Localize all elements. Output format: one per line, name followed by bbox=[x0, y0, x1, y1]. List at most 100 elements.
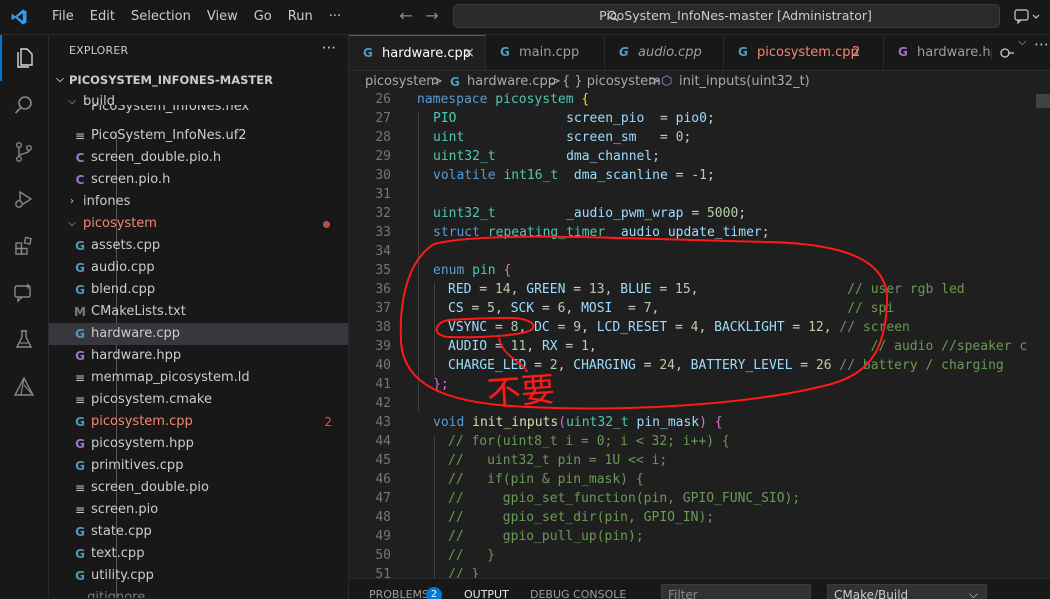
line-number: 38 bbox=[375, 320, 391, 335]
code-line: // gpio_pull_up(pin); bbox=[448, 529, 644, 544]
indent-guide bbox=[418, 111, 419, 411]
search-icon[interactable] bbox=[0, 82, 48, 128]
extensions-icon[interactable] bbox=[0, 223, 48, 269]
line-number: 29 bbox=[375, 149, 391, 164]
tab-problems[interactable]: PROBLEMS bbox=[369, 588, 429, 599]
tree-file-hex[interactable]: PicoSystem_InfoNes.hex bbox=[49, 105, 348, 121]
tree-file-blend-cpp[interactable]: G blend.cpp bbox=[49, 279, 348, 301]
menu-run[interactable]: Run bbox=[280, 0, 321, 34]
tab-main-cpp[interactable]: G main.cpp bbox=[486, 35, 605, 70]
tree-file-screen-pio-h[interactable]: C screen.pio.h bbox=[49, 169, 348, 191]
breadcrumb-function[interactable]: init_inputs(uint32_t) bbox=[679, 71, 810, 93]
tree-file-audio-cpp[interactable]: G audio.cpp bbox=[49, 257, 348, 279]
chat-dropdown-icon[interactable] bbox=[1012, 7, 1044, 27]
tree-file-primitives-cpp[interactable]: G primitives.cpp bbox=[49, 455, 348, 477]
line-number: 39 bbox=[375, 339, 391, 354]
cpp-file-icon: G bbox=[619, 45, 629, 59]
tree-file-text-cpp[interactable]: G text.cpp bbox=[49, 543, 348, 565]
open-changes-icon[interactable] bbox=[998, 44, 1016, 62]
code-line: struct repeating_timer _audio_update_tim… bbox=[433, 225, 770, 240]
run-debug-icon[interactable] bbox=[0, 176, 48, 222]
code-line: }; bbox=[433, 377, 449, 392]
line-number: 40 bbox=[375, 358, 391, 373]
scrollbar-thumb[interactable] bbox=[1036, 94, 1050, 108]
cpp-file-icon: G bbox=[738, 45, 748, 59]
menu-edit[interactable]: Edit bbox=[82, 0, 123, 34]
tree-folder-picosystem[interactable]: ⌵ picosystem bbox=[49, 213, 348, 235]
tree-file-utility-cpp[interactable]: G utility.cpp bbox=[49, 565, 348, 587]
forward-arrow-icon[interactable]: → bbox=[422, 6, 442, 26]
code-line: CS = 5, SCK = 6, MOSI = 7, // spi bbox=[448, 301, 895, 316]
cmake-icon[interactable] bbox=[0, 364, 48, 410]
output-filter-input[interactable]: Filter bbox=[661, 584, 811, 599]
tree-file-state-cpp[interactable]: G state.cpp bbox=[49, 521, 348, 543]
cpp-file-icon: G bbox=[363, 46, 373, 60]
breadcrumb-separator: > bbox=[649, 74, 660, 89]
tree-file-hardware-cpp[interactable]: G hardware.cpp bbox=[49, 323, 348, 345]
tab-output[interactable]: OUTPUT bbox=[464, 588, 509, 599]
tree-file-screen-double-pio-h[interactable]: C screen_double.pio.h bbox=[49, 147, 348, 169]
line-number: 28 bbox=[375, 130, 391, 145]
back-arrow-icon[interactable]: ← bbox=[396, 6, 416, 26]
line-number: 49 bbox=[375, 529, 391, 544]
menu-file[interactable]: File bbox=[44, 0, 82, 34]
tab-hardware-hpp[interactable]: G hardware.hp bbox=[884, 35, 1004, 70]
menu-selection[interactable]: Selection bbox=[123, 0, 199, 34]
tree-file-picosystem-cpp[interactable]: G picosystem.cpp 2 bbox=[49, 411, 348, 433]
breadcrumb: picosystem > G hardware.cpp > { } picosy… bbox=[349, 71, 1050, 93]
tree-file-cmakelists[interactable]: M CMakeLists.txt bbox=[49, 301, 348, 323]
editor-scrollbar[interactable] bbox=[1036, 92, 1050, 578]
line-number: 33 bbox=[375, 225, 391, 240]
problems-count-badge: 2 bbox=[426, 587, 442, 599]
output-source-select[interactable]: CMake/Build ⌵ bbox=[827, 584, 987, 599]
tree-file-picosystem-hpp[interactable]: G picosystem.hpp bbox=[49, 433, 348, 455]
testing-flask-icon[interactable] bbox=[0, 317, 48, 363]
more-actions-icon[interactable]: ··· bbox=[322, 39, 336, 57]
cpp-file-icon: G bbox=[75, 459, 85, 473]
breadcrumb-file[interactable]: hardware.cpp bbox=[467, 71, 556, 93]
tree-file-picosystem-cmake[interactable]: ≡ picosystem.cmake bbox=[49, 389, 348, 411]
line-number: 47 bbox=[375, 491, 391, 506]
more-actions-icon[interactable]: ⋯ bbox=[1034, 35, 1049, 53]
modified-dot-icon bbox=[323, 221, 330, 228]
line-number: 44 bbox=[375, 434, 391, 449]
command-center-label: PicoSystem_InfoNes-master [Administrator… bbox=[599, 8, 872, 23]
remote-explorer-icon[interactable] bbox=[0, 270, 48, 316]
tab-picosystem-cpp[interactable]: G picosystem.cpp 2 bbox=[724, 35, 884, 70]
menu-go[interactable]: Go bbox=[246, 0, 280, 34]
menu-view[interactable]: View bbox=[199, 0, 246, 34]
tree-file-screen-double-pio[interactable]: ≡ screen_double.pio bbox=[49, 477, 348, 499]
hpp-file-icon: G bbox=[75, 437, 85, 451]
workspace-root[interactable]: ⌵ PICOSYSTEM_INFONES-MASTER bbox=[49, 69, 348, 91]
tree-file-gitignore[interactable]: .gitignore bbox=[49, 587, 348, 598]
chevron-down-icon[interactable]: ⌵ bbox=[1018, 35, 1026, 49]
code-line: uint32_t dma_channel; bbox=[433, 149, 660, 164]
cpp-file-icon: G bbox=[75, 239, 85, 253]
tree-file-uf2[interactable]: ≡ PicoSystem_InfoNes.uf2 bbox=[49, 125, 348, 147]
explorer-icon[interactable] bbox=[0, 35, 48, 81]
tab-audio-cpp[interactable]: G audio.cpp bbox=[605, 35, 724, 70]
close-icon[interactable]: × bbox=[463, 36, 475, 70]
tree-file-assets-cpp[interactable]: G assets.cpp bbox=[49, 235, 348, 257]
vscode-logo-icon[interactable] bbox=[10, 8, 28, 26]
tab-actions: ⌵ ⋯ bbox=[992, 35, 1050, 70]
breadcrumb-separator: > bbox=[432, 74, 443, 89]
c-file-icon: C bbox=[75, 151, 85, 165]
menu-more[interactable]: ··· bbox=[321, 0, 349, 34]
tree-file-hardware-hpp[interactable]: G hardware.hpp bbox=[49, 345, 348, 367]
tree-file-memmap[interactable]: ≡ memmap_picosystem.ld bbox=[49, 367, 348, 389]
tab-hardware-cpp[interactable]: G hardware.cpp × bbox=[349, 35, 486, 70]
annotation-text: 不要 bbox=[486, 370, 557, 415]
tree-folder-infones[interactable]: › infones bbox=[49, 191, 348, 213]
breadcrumb-folder[interactable]: picosystem bbox=[365, 71, 439, 93]
command-center[interactable]: PicoSystem_InfoNes-master [Administrator… bbox=[453, 4, 1000, 28]
breadcrumb-namespace[interactable]: { } picosystem bbox=[562, 71, 661, 93]
tree-file-screen-pio[interactable]: ≡ screen.pio bbox=[49, 499, 348, 521]
source-control-icon[interactable] bbox=[0, 129, 48, 175]
title-bar: File Edit Selection View Go Run ··· ← → … bbox=[0, 0, 1050, 35]
line-number: 41 bbox=[375, 377, 391, 392]
tab-debug-console[interactable]: DEBUG CONSOLE bbox=[530, 588, 626, 599]
function-symbol-icon: ⬡ bbox=[661, 74, 673, 89]
code-editor[interactable]: 26 namespace picosystem { 27 PIO screen_… bbox=[349, 92, 1050, 578]
chevron-right-icon: › bbox=[70, 196, 74, 207]
